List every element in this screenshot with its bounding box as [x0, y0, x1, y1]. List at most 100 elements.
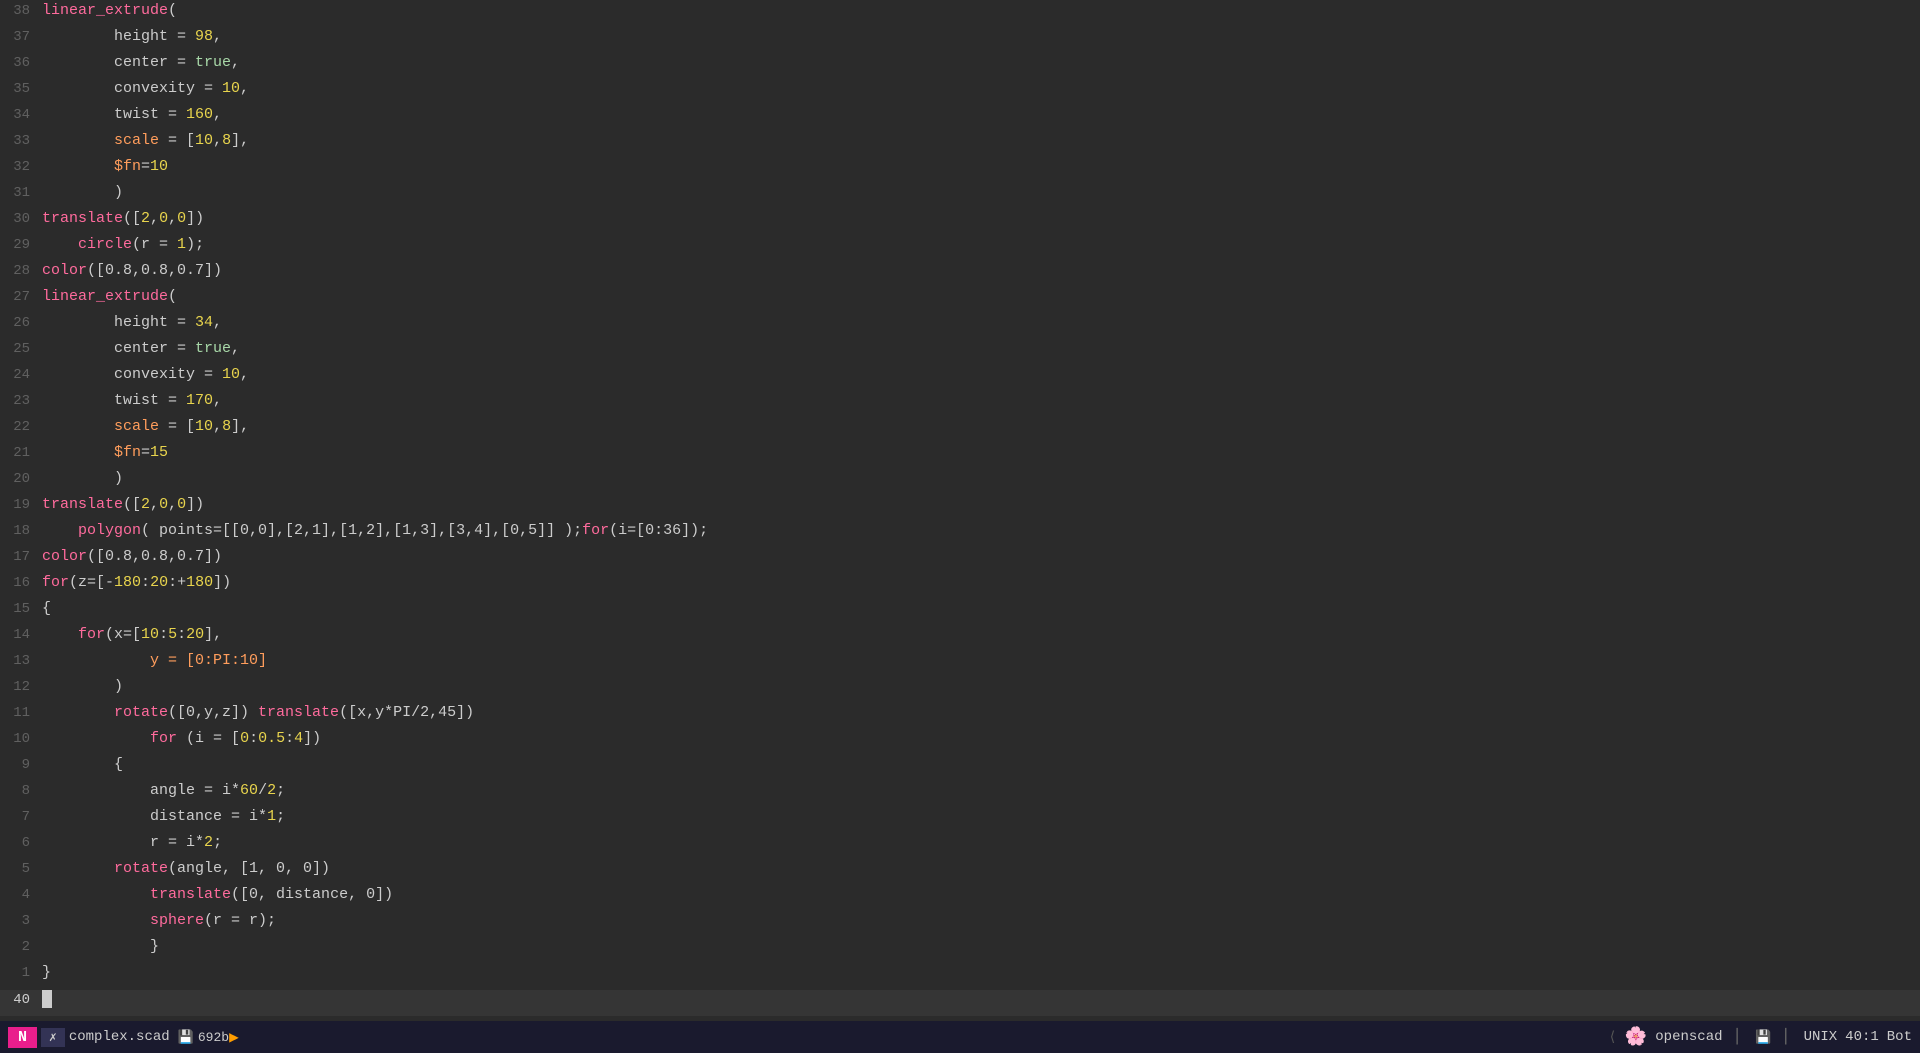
code-line: 10 for (i = [0:0.5:4])	[0, 730, 1920, 756]
line-number: 27	[4, 289, 42, 305]
code-content: for(z=[-180:20:+180])	[42, 574, 231, 591]
code-line: 33 scale = [10,8],	[0, 132, 1920, 158]
code-line: 7 distance = i*1;	[0, 808, 1920, 834]
code-line: 17color([0.8,0.8,0.7])	[0, 548, 1920, 574]
code-content: }	[42, 938, 159, 955]
code-content: rotate(angle, [1, 0, 0])	[42, 860, 330, 877]
plugin-name: openscad	[1655, 1029, 1722, 1045]
code-content: polygon( points=[[0,0],[2,1],[1,2],[1,3]…	[42, 522, 708, 539]
code-line: 12 )	[0, 678, 1920, 704]
line-number: 16	[4, 575, 42, 591]
code-line: 30translate([2,0,0])	[0, 210, 1920, 236]
code-line: 15{	[0, 600, 1920, 626]
code-line: 35 convexity = 10,	[0, 80, 1920, 106]
code-content: color([0.8,0.8,0.7])	[42, 548, 222, 565]
line-number: 18	[4, 523, 42, 539]
code-content: )	[42, 470, 123, 487]
bot-label: Bot	[1887, 1029, 1912, 1045]
file-icon: 💾	[178, 1030, 194, 1045]
code-content: }	[42, 964, 51, 981]
code-line: 32 $fn=10	[0, 158, 1920, 184]
line-number: 10	[4, 731, 42, 747]
line-number: 14	[4, 627, 42, 643]
code-content: $fn=10	[42, 158, 168, 175]
line-number: 3	[4, 913, 42, 929]
plugin-icon: 🌸	[1625, 1026, 1647, 1048]
line-number: 20	[4, 471, 42, 487]
x-icon: ✗	[49, 1030, 57, 1045]
code-content: height = 34,	[42, 314, 222, 331]
code-line: 6 r = i*2;	[0, 834, 1920, 860]
code-content: translate([0, distance, 0])	[42, 886, 393, 903]
code-content: scale = [10,8],	[42, 132, 249, 149]
code-content: convexity = 10,	[42, 80, 249, 97]
line-number: 6	[4, 835, 42, 851]
code-content: for (i = [0:0.5:4])	[42, 730, 321, 747]
code-content: convexity = 10,	[42, 366, 249, 383]
code-line: 11 rotate([0,y,z]) translate([x,y*PI/2,4…	[0, 704, 1920, 730]
line-number: 5	[4, 861, 42, 877]
code-content: circle(r = 1);	[42, 236, 204, 253]
line-number: 22	[4, 419, 42, 435]
code-line: 13 y = [0:PI:10]	[0, 652, 1920, 678]
arrow-icon: ▶	[229, 1027, 239, 1047]
code-content: $fn=15	[42, 444, 168, 461]
line-number: 4	[4, 887, 42, 903]
code-line: 4 translate([0, distance, 0])	[0, 886, 1920, 912]
code-content: y = [0:PI:10]	[42, 652, 267, 669]
code-content: translate([2,0,0])	[42, 210, 204, 227]
line-number: 12	[4, 679, 42, 695]
code-line: 1}	[0, 964, 1920, 990]
line-number: 11	[4, 705, 42, 721]
code-content: distance = i*1;	[42, 808, 285, 825]
code-line: 19translate([2,0,0])	[0, 496, 1920, 522]
line-number: 34	[4, 107, 42, 123]
code-line: 5 rotate(angle, [1, 0, 0])	[0, 860, 1920, 886]
code-line: 21 $fn=15	[0, 444, 1920, 470]
code-line: 22 scale = [10,8],	[0, 418, 1920, 444]
code-line: 31 )	[0, 184, 1920, 210]
line-number: 1	[4, 965, 42, 981]
code-content: linear_extrude(	[42, 288, 177, 305]
code-content: height = 98,	[42, 28, 222, 45]
line-number: 32	[4, 159, 42, 175]
code-content: translate([2,0,0])	[42, 496, 204, 513]
line-number: 30	[4, 211, 42, 227]
line-number: 28	[4, 263, 42, 279]
line-number: 33	[4, 133, 42, 149]
line-number: 35	[4, 81, 42, 97]
editor-area: 38linear_extrude(37 height = 98,36 cente…	[0, 0, 1920, 1021]
code-line: 3 sphere(r = r);	[0, 912, 1920, 938]
code-line: 9 {	[0, 756, 1920, 782]
code-content: center = true,	[42, 54, 240, 71]
line-number: 38	[4, 3, 42, 19]
cursor-position: 40:1	[1845, 1029, 1879, 1045]
code-line: 16for(z=[-180:20:+180])	[0, 574, 1920, 600]
divider1: ⎢	[1735, 1029, 1743, 1046]
line-number: 17	[4, 549, 42, 565]
code-line: 23 twist = 170,	[0, 392, 1920, 418]
code-line: 34 twist = 160,	[0, 106, 1920, 132]
line-number: 24	[4, 367, 42, 383]
code-line: 2 }	[0, 938, 1920, 964]
code-content: twist = 160,	[42, 106, 222, 123]
code-line: 36 center = true,	[0, 54, 1920, 80]
code-content: color([0.8,0.8,0.7])	[42, 262, 222, 279]
code-line: 37 height = 98,	[0, 28, 1920, 54]
code-content: rotate([0,y,z]) translate([x,y*PI/2,45])	[42, 704, 474, 721]
line-number: 31	[4, 185, 42, 201]
code-line: 8 angle = i*60/2;	[0, 782, 1920, 808]
code-line: 20 )	[0, 470, 1920, 496]
line-number: 8	[4, 783, 42, 799]
line-number: 2	[4, 939, 42, 955]
vim-mode: N	[8, 1027, 37, 1048]
code-line: 26 height = 34,	[0, 314, 1920, 340]
line-number: 9	[4, 757, 42, 773]
code-content: r = i*2;	[42, 834, 222, 851]
line-number: 36	[4, 55, 42, 71]
code-line: 25 center = true,	[0, 340, 1920, 366]
line-number: 29	[4, 237, 42, 253]
code-content: {	[42, 756, 123, 773]
divider2: ⎢	[1783, 1029, 1791, 1046]
filesize: 692b	[198, 1030, 229, 1045]
